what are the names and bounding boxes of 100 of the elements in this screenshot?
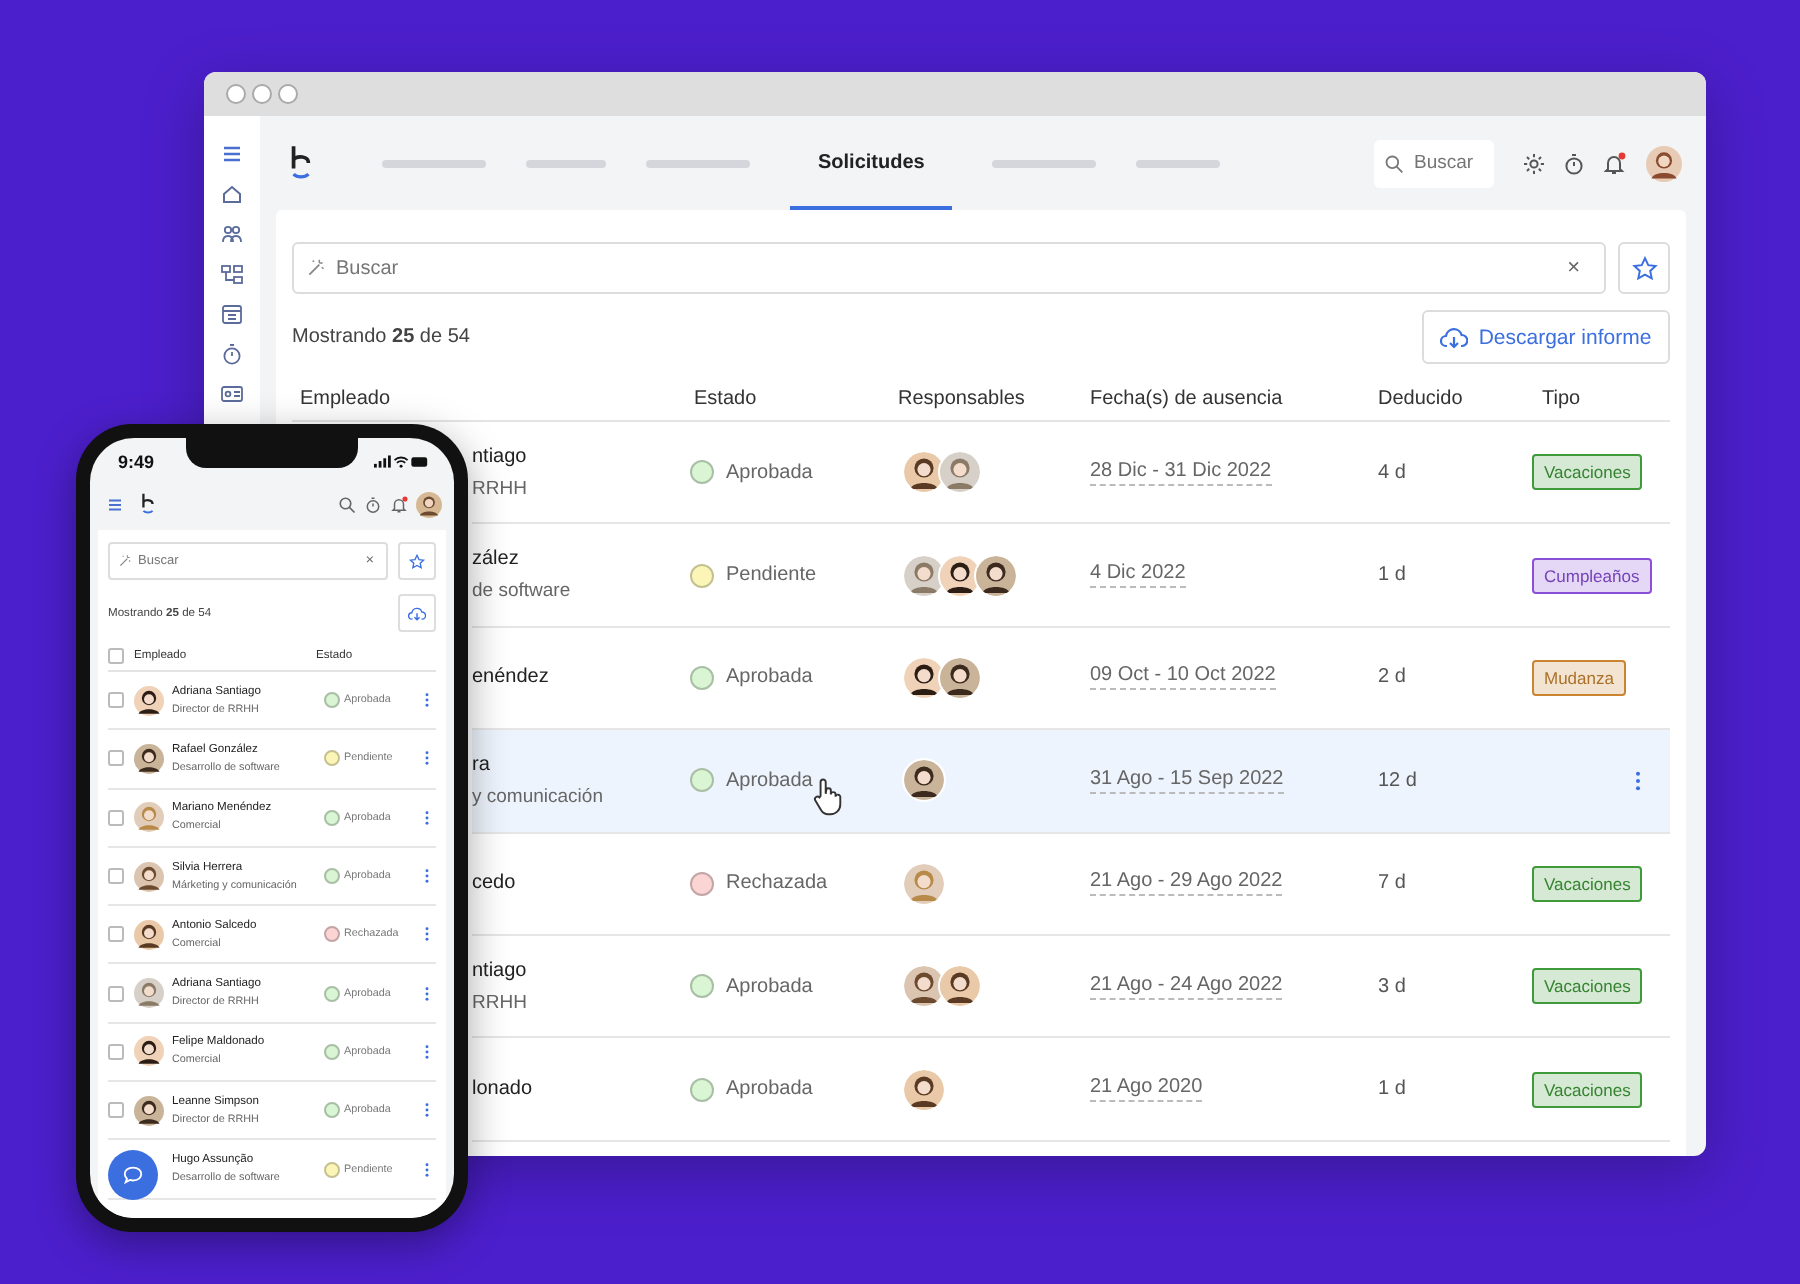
checkbox[interactable] — [108, 692, 124, 709]
avatar — [134, 802, 164, 833]
employee-role: de software — [472, 580, 571, 603]
employee-name: ntiago — [472, 959, 527, 982]
employee-role: RRHH — [472, 477, 527, 500]
cloud-download-icon — [1440, 325, 1469, 349]
absence-dates: 28 Dic - 31 Dic 2022 — [1090, 459, 1272, 486]
checkbox[interactable] — [108, 750, 124, 767]
bell-icon[interactable] — [390, 495, 408, 513]
checkbox[interactable] — [108, 647, 124, 663]
type-tag: Vacaciones — [1532, 968, 1643, 1005]
avatar — [134, 743, 164, 774]
more-icon[interactable] — [424, 868, 430, 885]
type-tag: Vacaciones — [1532, 1071, 1643, 1108]
checkbox[interactable] — [108, 809, 124, 826]
status-label: Aprobada — [726, 1078, 813, 1101]
magic-wand-icon — [118, 554, 132, 568]
more-icon[interactable] — [424, 692, 430, 709]
results-count: Mostrando 25 de 54 — [292, 326, 470, 348]
checkbox[interactable] — [108, 926, 124, 943]
deducted-days: 7 d — [1378, 872, 1406, 895]
checkbox[interactable] — [108, 868, 124, 885]
home-icon[interactable] — [220, 182, 244, 206]
more-icon[interactable] — [424, 750, 430, 767]
column-header: Empleado — [298, 387, 393, 409]
table-row[interactable]: ntiago RRHH Aprobada 28 Dic - 31 Dic 2022 4 d Vacaciones — [472, 422, 1670, 525]
search-field[interactable]: Buscar × — [292, 242, 1606, 294]
employee-name: lonado — [472, 1078, 533, 1101]
more-icon[interactable] — [424, 809, 430, 826]
menu-icon[interactable] — [220, 142, 244, 166]
timer-icon[interactable] — [1562, 151, 1586, 175]
org-chart-icon[interactable] — [220, 262, 244, 286]
star-icon — [1631, 255, 1657, 281]
people-icon[interactable] — [220, 222, 244, 246]
settings-icon[interactable] — [1522, 151, 1546, 175]
logo-icon[interactable] — [140, 492, 156, 516]
absence-dates: 4 Dic 2022 — [1090, 562, 1186, 589]
deducted-days: 12 d — [1378, 769, 1417, 792]
deducted-days: 1 d — [1378, 564, 1406, 587]
timer-icon[interactable] — [220, 342, 244, 366]
more-icon[interactable] — [1634, 769, 1642, 792]
menu-icon[interactable] — [106, 495, 124, 513]
more-icon[interactable] — [424, 1043, 430, 1060]
search-icon[interactable] — [338, 495, 356, 513]
hand-cursor-icon — [812, 776, 842, 817]
avatar — [134, 1036, 164, 1067]
download-button[interactable] — [398, 594, 436, 632]
checkbox[interactable] — [108, 1102, 124, 1119]
favorite-button[interactable] — [1618, 242, 1670, 294]
avatar[interactable] — [416, 491, 442, 517]
table-row[interactable]: cedo Rechazada 21 Ago - 29 Ago 2022 7 d Vacaciones — [472, 833, 1670, 936]
absence-dates: 31 Ago - 15 Sep 2022 — [1090, 767, 1284, 794]
avatar — [134, 685, 164, 716]
bell-icon[interactable] — [1602, 151, 1626, 175]
timer-icon[interactable] — [364, 495, 382, 513]
chat-icon — [122, 1164, 144, 1186]
search-field[interactable]: Buscar — [1374, 139, 1494, 187]
avatar[interactable] — [1646, 145, 1682, 181]
absence-dates: 09 Oct - 10 Oct 2022 — [1090, 664, 1276, 691]
status-label: Pendiente — [726, 564, 817, 587]
clear-button[interactable]: × — [1567, 256, 1580, 280]
column-header: Fecha(s) de ausencia — [1090, 387, 1285, 409]
id-card-icon[interactable] — [220, 382, 244, 406]
absence-dates: 21 Ago 2020 — [1090, 1076, 1203, 1103]
more-icon[interactable] — [424, 1161, 430, 1178]
more-icon[interactable] — [424, 985, 430, 1002]
more-icon[interactable] — [424, 926, 430, 943]
avatar — [902, 861, 946, 906]
employee-name: enéndez — [472, 666, 549, 689]
status-label: Aprobada — [726, 461, 813, 484]
status-label: Aprobada — [726, 769, 813, 792]
deducted-days: 2 d — [1378, 666, 1406, 689]
type-tag: Vacaciones — [1532, 865, 1643, 902]
column-header: Deducido — [1376, 387, 1465, 409]
avatar — [134, 1095, 164, 1126]
avatar — [974, 553, 1018, 598]
table-row[interactable]: zález de software Pendiente 4 Dic 2022 1 d Cumpleaños — [472, 524, 1670, 628]
employee-role: y comunicación — [472, 785, 603, 808]
avatar — [938, 655, 982, 700]
status-icons — [374, 454, 430, 470]
avatar — [902, 758, 946, 803]
download-button[interactable]: Descargar informe — [1422, 310, 1670, 364]
type-tag: Vacaciones — [1532, 454, 1643, 491]
checkbox[interactable] — [108, 1043, 124, 1060]
cloud-download-icon — [408, 605, 426, 621]
avatar — [902, 1067, 946, 1112]
table-row[interactable]: lonado Aprobada 21 Ago 2020 1 d Vacaciones — [472, 1038, 1670, 1142]
column-header: Responsables — [898, 387, 1027, 409]
logo-icon[interactable] — [288, 144, 314, 182]
table-row[interactable]: ra y comunicación Aprobada 31 Ago - 15 Sep 2022 12 d — [472, 730, 1670, 834]
favorite-button[interactable] — [398, 542, 436, 580]
status-label: Aprobada — [726, 666, 813, 689]
avatar — [134, 919, 164, 950]
avatar — [938, 450, 982, 495]
type-tag: Mudanza — [1532, 659, 1626, 696]
table-row[interactable]: ntiago RRHH Aprobada 21 Ago - 24 Ago 2022 3 d Vacaciones — [472, 935, 1670, 1039]
checkbox[interactable] — [108, 985, 124, 1002]
star-icon — [408, 553, 426, 569]
calendar-icon[interactable] — [220, 302, 244, 326]
more-icon[interactable] — [424, 1102, 430, 1119]
